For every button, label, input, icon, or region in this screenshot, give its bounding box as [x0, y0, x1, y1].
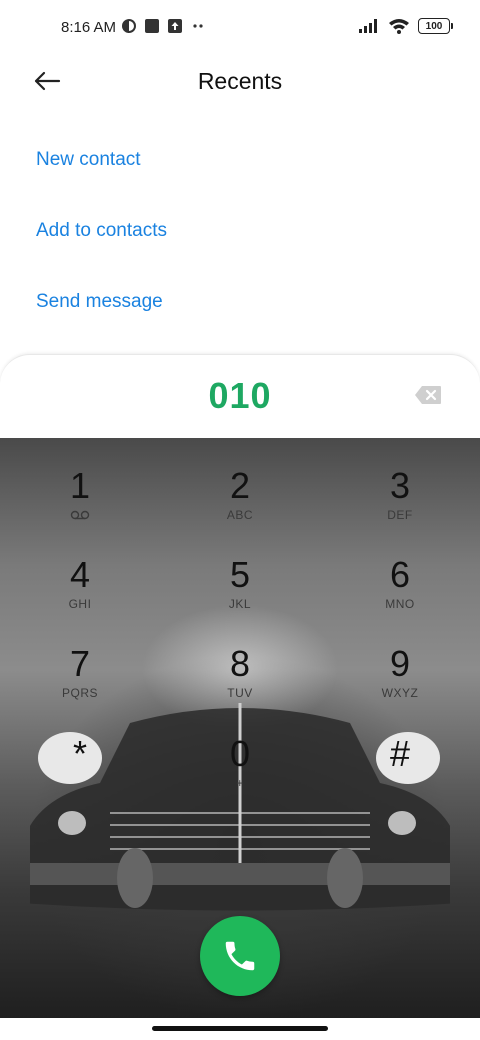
header: Recents [0, 56, 480, 108]
key-6[interactable]: 6 MNO [350, 555, 450, 633]
nav-bar [0, 1018, 480, 1040]
key-letters: + [236, 776, 244, 790]
key-digit: 7 [69, 643, 91, 684]
key-digit: * [72, 733, 87, 774]
battery-icon: 100 [418, 18, 453, 34]
key-5[interactable]: 5 JKL [190, 555, 290, 633]
key-digit: 1 [69, 465, 91, 506]
key-1[interactable]: 1 [30, 466, 130, 544]
square-icon [145, 19, 159, 33]
key-digit: 8 [229, 643, 251, 684]
phone-icon [225, 941, 255, 971]
key-letters: MNO [385, 597, 415, 611]
key-letters: TUV [227, 686, 253, 700]
dial-panel: 010 [0, 354, 480, 438]
key-hash[interactable]: # [350, 734, 450, 812]
dialed-number[interactable]: 010 [0, 375, 480, 417]
more-dots-icon [193, 24, 203, 28]
upload-icon [168, 19, 182, 33]
key-digit: 6 [389, 554, 411, 595]
key-2[interactable]: 2 ABC [190, 466, 290, 544]
key-9[interactable]: 9 WXYZ [350, 644, 450, 722]
key-digit: 5 [229, 554, 251, 595]
key-digit: 4 [69, 554, 91, 595]
status-icons-left [121, 18, 206, 34]
notification-icon [122, 19, 136, 33]
key-letters: PQRS [61, 686, 98, 700]
wifi-icon [389, 19, 409, 34]
status-bar: 8:16 AM 100 [0, 0, 480, 56]
key-0[interactable]: 0 + [190, 734, 290, 812]
page-title: Recents [197, 68, 283, 94]
key-star[interactable]: * [30, 734, 130, 812]
key-digit: 2 [229, 465, 251, 506]
key-digit: # [389, 733, 411, 774]
status-time: 8:16 AM [61, 19, 117, 36]
key-letters: DEF [387, 508, 413, 522]
backspace-icon[interactable] [414, 385, 442, 405]
key-8[interactable]: 8 TUV [190, 644, 290, 722]
new-contact-link[interactable]: New contact [36, 149, 141, 171]
add-to-contacts-link[interactable]: Add to contacts [36, 220, 167, 242]
key-4[interactable]: 4 GHI [30, 555, 130, 633]
home-indicator[interactable] [152, 1026, 328, 1031]
call-button[interactable] [200, 916, 280, 996]
battery-level: 100 [425, 20, 443, 32]
key-letters: ABC [226, 508, 254, 522]
key-3[interactable]: 3 DEF [350, 466, 450, 544]
key-letters: JKL [228, 597, 252, 611]
status-icons-right: 100 [358, 18, 453, 34]
key-7[interactable]: 7 PQRS [30, 644, 130, 722]
send-message-link[interactable]: Send message [36, 291, 163, 313]
keypad: 1 2 ABC 3 DEF 4 GHI 5 JKL 6 MNO 7 PQRS 8… [0, 438, 480, 1018]
key-digit: 3 [389, 465, 411, 506]
key-letters: GHI [68, 597, 92, 611]
key-letters: WXYZ [381, 686, 419, 700]
key-digit: 0 [229, 733, 251, 774]
signal-icon [359, 19, 377, 33]
voicemail-icon [70, 510, 90, 520]
key-digit: 9 [389, 643, 411, 684]
